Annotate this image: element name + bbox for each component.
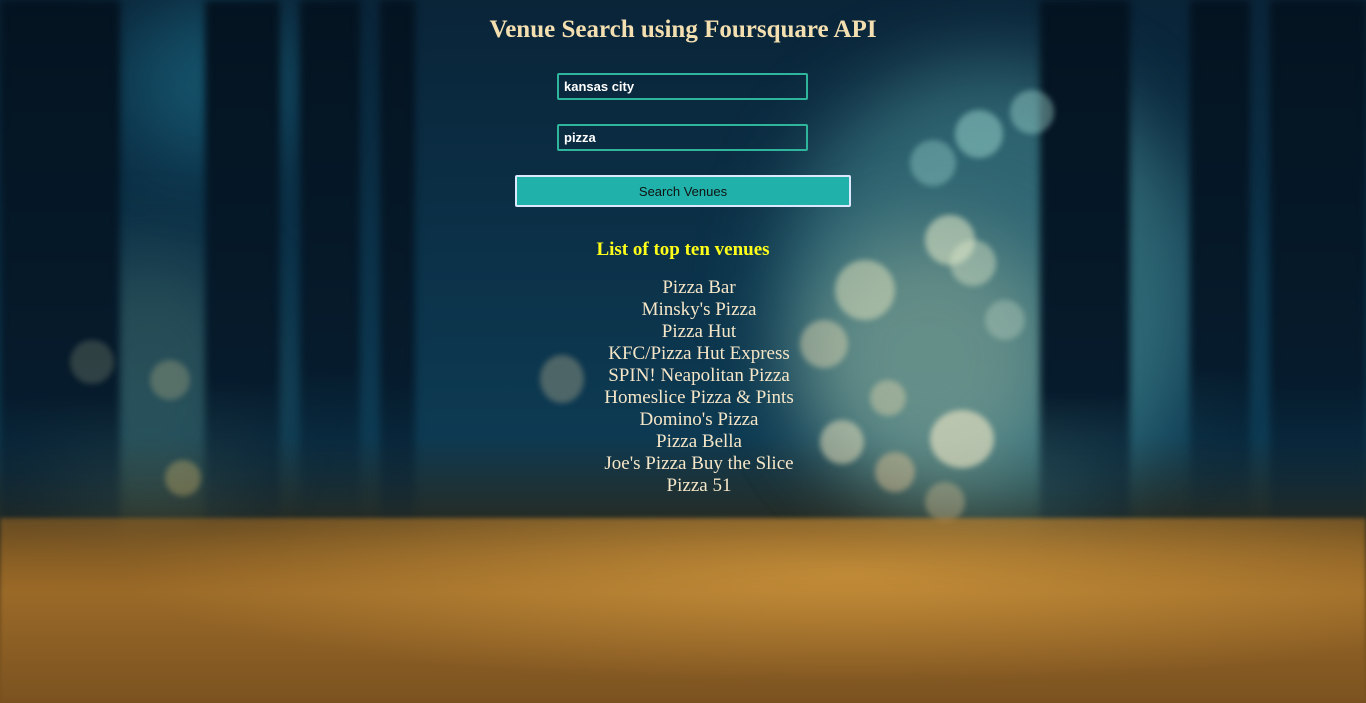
venue-item: Pizza Bar [662,277,736,298]
venue-item: Joe's Pizza Buy the Slice [604,453,794,474]
venue-item: Pizza 51 [666,475,732,496]
venue-item: Minsky's Pizza [641,299,757,320]
results-heading: List of top ten venues [596,239,770,260]
venue-item: Domino's Pizza [639,409,759,430]
venue-item: SPIN! Neapolitan Pizza [608,365,790,386]
query-input[interactable] [557,124,808,151]
venue-item: Pizza Hut [661,321,737,342]
page-content: Venue Search using Foursquare API Search… [0,0,1366,703]
search-venues-button[interactable]: Search Venues [515,175,851,207]
venue-item: KFC/Pizza Hut Express [608,343,790,364]
page-title: Venue Search using Foursquare API [489,16,877,43]
venue-list: Pizza Bar Minsky's Pizza Pizza Hut KFC/P… [0,277,1366,497]
location-input[interactable] [557,73,808,100]
venue-item: Homeslice Pizza & Pints [604,387,794,408]
venue-item: Pizza Bella [656,431,742,452]
